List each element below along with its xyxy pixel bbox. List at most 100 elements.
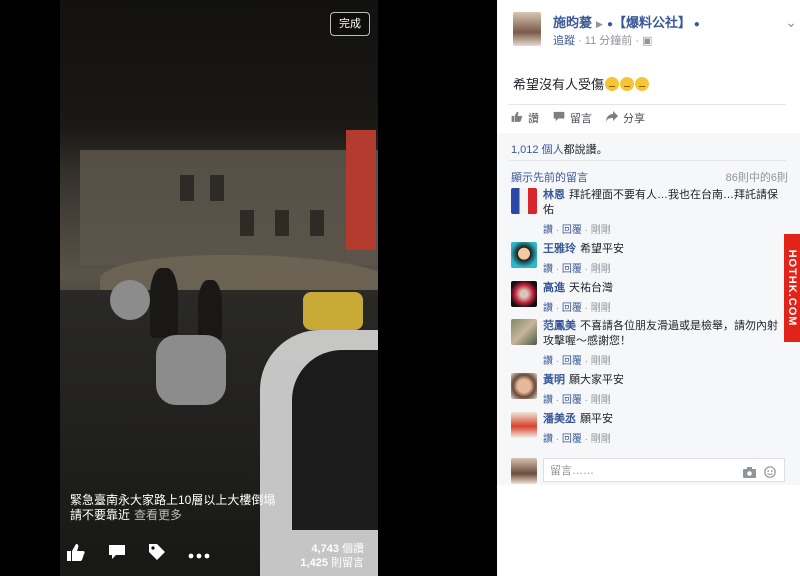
comment-reply-link[interactable]: 回覆: [562, 434, 582, 445]
post-author-line: 施昀萲 ▶ ●【爆料公社】 ●: [553, 12, 700, 31]
commenter-name[interactable]: 潘美丞: [543, 413, 576, 425]
video-player[interactable]: [60, 0, 378, 576]
thumbs-up-icon: [511, 111, 523, 125]
video-actions: [66, 543, 210, 566]
likes-suffix: 都說讚。: [563, 144, 608, 156]
commenter-name[interactable]: 高進: [543, 282, 565, 294]
comment-button[interactable]: 留言: [553, 110, 592, 126]
worried-emoji-icon: [635, 77, 650, 91]
camera-icon[interactable]: [743, 463, 756, 487]
video-scene-sign: [346, 130, 376, 250]
post-actions: 讚 留言 分享: [511, 110, 645, 126]
commenter-avatar[interactable]: [511, 242, 537, 268]
divider: [509, 160, 786, 161]
video-scene-person: [198, 280, 222, 340]
follow-link[interactable]: 追蹤: [553, 35, 575, 47]
author-avatar[interactable]: [513, 12, 541, 46]
done-button[interactable]: 完成: [330, 12, 370, 36]
comment-time[interactable]: 剛剛: [591, 303, 611, 314]
commenter-avatar[interactable]: [511, 412, 537, 438]
comment-reply-link[interactable]: 回覆: [562, 264, 582, 275]
comment-time[interactable]: 剛剛: [591, 395, 611, 406]
comment-item: 潘美丞 願平安 讚 · 回覆 · 剛剛: [511, 412, 781, 445]
comment-text: 不喜請各位朋友滑過或是檢舉，請勿內射攻擊喔～感謝您！: [543, 320, 778, 347]
likes-count-link[interactable]: 1,012 個人: [511, 144, 564, 156]
share-button[interactable]: 分享: [606, 110, 645, 126]
comment-item: 黃明 願大家平安 讚 · 回覆 · 剛剛: [511, 373, 781, 406]
comment-like-link[interactable]: 讚: [543, 303, 553, 314]
like-count: 4,743: [311, 543, 339, 555]
like-label: 讚: [528, 113, 539, 125]
worried-emoji-icon: [620, 77, 635, 91]
comment-reply-link[interactable]: 回覆: [562, 225, 582, 236]
comment-range-count: 86則中的6則: [725, 172, 788, 184]
caption-line-1: 緊急臺南永大家路上10層以上大樓倒塌: [70, 493, 276, 507]
comment-icon[interactable]: [108, 544, 126, 565]
more-icon[interactable]: [188, 546, 210, 564]
comment-item: 王雅玲 希望平安 讚 · 回覆 · 剛剛: [511, 242, 781, 275]
comment-input-placeholder: 留言……: [550, 465, 594, 477]
tag-icon[interactable]: [148, 543, 166, 566]
commenter-name[interactable]: 范鳳美: [543, 320, 576, 332]
video-scene-window: [210, 175, 224, 201]
post-text: 希望沒有人受傷: [513, 74, 650, 93]
comment-item: 高進 天祐台灣 讚 · 回覆 · 剛剛: [511, 281, 781, 314]
speech-bubble-icon: [553, 111, 565, 125]
commenter-avatar[interactable]: [511, 319, 537, 345]
emoji-icon[interactable]: [764, 463, 776, 487]
like-button[interactable]: 讚: [511, 110, 539, 126]
dot-icon: ●: [691, 19, 700, 30]
like-icon[interactable]: [66, 543, 86, 566]
video-scene-scooter: [156, 335, 226, 405]
video-scene-taxi: [303, 292, 363, 330]
comment-text: 願平安: [580, 413, 613, 425]
comment-text: 希望平安: [580, 243, 624, 255]
commenter-avatar[interactable]: [511, 373, 537, 399]
page-name[interactable]: 【爆料公社】: [613, 15, 691, 30]
commenter-avatar[interactable]: [511, 281, 537, 307]
comment-time[interactable]: 剛剛: [591, 225, 611, 236]
viewer-avatar: [511, 458, 537, 484]
comment-reply-link[interactable]: 回覆: [562, 395, 582, 406]
caption-line-2: 請不要靠近: [70, 508, 131, 522]
video-scene-window: [275, 210, 289, 236]
commenter-name[interactable]: 王雅玲: [543, 243, 576, 255]
comment-like-link[interactable]: 讚: [543, 225, 553, 236]
post-time[interactable]: 11 分鐘前: [585, 35, 632, 47]
watermark-logo: HOTHK.COM: [784, 234, 800, 342]
commenter-avatar[interactable]: [511, 188, 537, 214]
video-pane: 完成 緊急臺南永大家路上10層以上大樓倒塌 請不要靠近 查看更多 4,743 個讚…: [0, 0, 497, 576]
comment-like-link[interactable]: 讚: [543, 434, 553, 445]
like-count-label: 個讚: [342, 543, 364, 555]
show-previous-comments-link[interactable]: 顯示先前的留言: [511, 169, 588, 185]
chevron-down-icon[interactable]: ⌄: [785, 14, 797, 31]
comment-count: 1,425: [300, 557, 328, 569]
comment-text: 願大家平安: [569, 374, 624, 386]
likes-summary: 1,012 個人都說讚。: [511, 141, 608, 157]
comment-like-link[interactable]: 讚: [543, 395, 553, 406]
comment-time[interactable]: 剛剛: [591, 356, 611, 367]
video-scene-person: [150, 268, 178, 338]
comment-reply-link[interactable]: 回覆: [562, 356, 582, 367]
video-caption: 緊急臺南永大家路上10層以上大樓倒塌 請不要靠近 查看更多: [70, 493, 370, 523]
comment-like-link[interactable]: 讚: [543, 264, 553, 275]
arrow-right-icon: ▶: [596, 19, 603, 29]
commenter-name[interactable]: 林恩: [543, 189, 565, 201]
comment-input[interactable]: 留言……: [543, 458, 785, 482]
video-scene-building: [80, 150, 378, 265]
author-name[interactable]: 施昀萲: [553, 15, 592, 30]
watermark-text: HOTHK.COM: [786, 249, 798, 327]
share-label: 分享: [623, 113, 645, 125]
comment-reply-link[interactable]: 回覆: [562, 303, 582, 314]
video-scene-window: [240, 210, 254, 236]
video-scene-scooter: [110, 280, 150, 320]
comment-time[interactable]: 剛剛: [591, 264, 611, 275]
worried-emoji-icon: [605, 77, 620, 91]
commenter-name[interactable]: 黃明: [543, 374, 565, 386]
comment-text: 拜託裡面不要有人…我也在台南…拜託請保佑: [543, 189, 778, 216]
comment-time[interactable]: 剛剛: [591, 434, 611, 445]
comment-like-link[interactable]: 讚: [543, 356, 553, 367]
see-more-link[interactable]: 查看更多: [134, 508, 182, 522]
video-counts: 4,743 個讚 1,425 則留言: [300, 542, 364, 570]
video-scene-window: [310, 210, 324, 236]
